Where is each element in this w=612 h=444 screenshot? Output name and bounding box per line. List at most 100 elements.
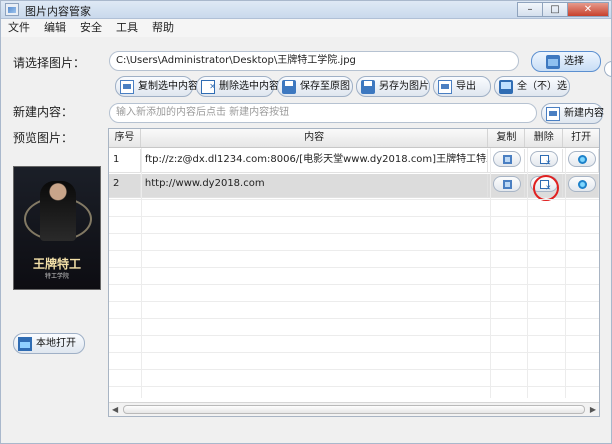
grid-row-line [109,318,599,319]
select-button-label: 选择 [564,56,584,67]
new-doc-icon [546,106,560,121]
table-row[interactable]: 2 http://www.dy2018.com [109,174,599,198]
delete-cell [525,149,564,172]
preview-image: 王牌特工 特工学院 [13,166,101,290]
copy-selected-button[interactable]: 复制选中内容 [115,76,198,97]
menu-help[interactable]: 帮助 [145,19,181,37]
open-cell [563,149,599,172]
copy-cell [488,174,526,197]
header-delete[interactable]: 删除 [525,129,564,147]
scroll-thumb[interactable] [123,405,585,414]
row-index: 2 [109,174,141,197]
menu-security[interactable]: 安全 [73,19,109,37]
poster-title: 王牌特工 [32,257,81,271]
open-cell [563,174,599,197]
row-index: 1 [109,149,141,172]
row-content[interactable]: http://www.dy2018.com [141,174,489,197]
export-button[interactable]: 导出 [433,76,491,97]
select-image-label: 请选择图片： [13,56,86,70]
grid-row-line [109,267,599,268]
menu-edit[interactable]: 编辑 [37,19,73,37]
app-icon [5,3,19,16]
scroll-left-icon[interactable]: ◀ [112,405,118,414]
export-label: 导出 [456,81,476,92]
open-row-button[interactable] [568,151,597,167]
select-button[interactable]: 选择 [531,51,601,72]
grid-row-line [109,233,599,234]
horizontal-scrollbar[interactable]: ◀ ▶ [109,402,599,416]
menu-tools[interactable]: 工具 [109,19,145,37]
header-index[interactable]: 序号 [109,129,141,147]
window-controls: – □ ✕ [517,2,609,17]
new-content-label: 新建内容： [13,105,74,119]
delete-selected-button[interactable]: 删除选中内容 [196,76,279,97]
grid-row-line [109,301,599,302]
save-as-icon [361,79,375,94]
copy-icon [503,155,513,164]
copy-icon [120,79,134,94]
close-button[interactable]: ✕ [567,2,609,17]
export-icon [438,79,452,94]
header-copy[interactable]: 复制 [488,129,526,147]
grid-divider [527,148,528,398]
grid-divider [565,148,566,398]
copy-row-button[interactable] [493,151,522,167]
save-icon [282,79,296,94]
grid-row-line [109,335,599,336]
copy-cell [488,149,526,172]
side-panel-handle[interactable] [604,61,612,77]
delete-icon [201,77,216,96]
image-path-field[interactable]: C:\Users\Administrator\Desktop\王牌特工学院.jp… [109,51,519,71]
minimize-button[interactable]: – [517,2,543,17]
grid-row-line [109,369,599,370]
save-original-label: 保存至原图 [300,81,350,92]
table-header: 序号 内容 复制 删除 打开 [109,129,599,148]
grid-row-line [109,352,599,353]
new-content-input[interactable]: 输入新添加的内容后点击 新建内容按钮 [109,103,537,123]
header-content[interactable]: 内容 [141,129,489,147]
scroll-right-icon[interactable]: ▶ [590,405,596,414]
poster-subtitle: 特工学院 [44,273,69,280]
folder-icon [546,54,560,69]
save-original-button[interactable]: 保存至原图 [277,76,353,97]
grid-row-line [109,199,599,200]
open-icon [578,180,588,189]
grid-divider [141,148,142,398]
content-table: 序号 内容 复制 删除 打开 1 ftp://z:z@dx.dl1234.com… [108,128,600,417]
grid-row-line [109,250,599,251]
delete-icon [540,155,551,167]
maximize-button[interactable]: □ [542,2,568,17]
window-title: 图片内容管家 [25,5,91,18]
grid-row-line [109,386,599,387]
select-all-label: 全（不）选 [517,81,567,92]
preview-label: 预览图片： [13,131,74,145]
copy-row-button[interactable] [493,176,522,192]
open-row-button[interactable] [568,176,597,192]
grid-row-line [109,284,599,285]
save-as-image-button[interactable]: 另存为图片 [356,76,430,97]
copy-selected-label: 复制选中内容 [138,81,198,92]
table-row[interactable]: 1 ftp://z:z@dx.dl1234.com:8006/[电影天堂www.… [109,149,599,173]
grid-row-line [109,216,599,217]
grid-divider [490,148,491,398]
header-open[interactable]: 打开 [563,129,599,147]
open-local-label: 本地打开 [36,338,76,349]
open-icon [578,155,588,164]
app-window: 图片内容管家 – □ ✕ 文件 编辑 安全 工具 帮助 请选择图片： C:\Us… [0,0,612,444]
new-content-button[interactable]: 新建内容 [541,103,604,124]
row-content[interactable]: ftp://z:z@dx.dl1234.com:8006/[电影天堂www.dy… [141,149,489,172]
save-as-label: 另存为图片 [379,81,429,92]
title-bar[interactable]: 图片内容管家 – □ ✕ [1,1,611,19]
delete-selected-label: 删除选中内容 [219,81,279,92]
open-local-button[interactable]: 本地打开 [13,333,85,354]
delete-row-button[interactable] [530,151,559,167]
new-content-button-label: 新建内容 [564,108,604,119]
monitor-icon [499,79,513,94]
highlight-circle [533,175,559,201]
picture-icon [18,336,32,351]
poster-figure [40,181,76,241]
copy-icon [503,180,513,189]
select-all-button[interactable]: 全（不）选 [494,76,570,97]
menu-file[interactable]: 文件 [1,19,37,37]
menu-bar: 文件 编辑 安全 工具 帮助 [1,19,611,37]
